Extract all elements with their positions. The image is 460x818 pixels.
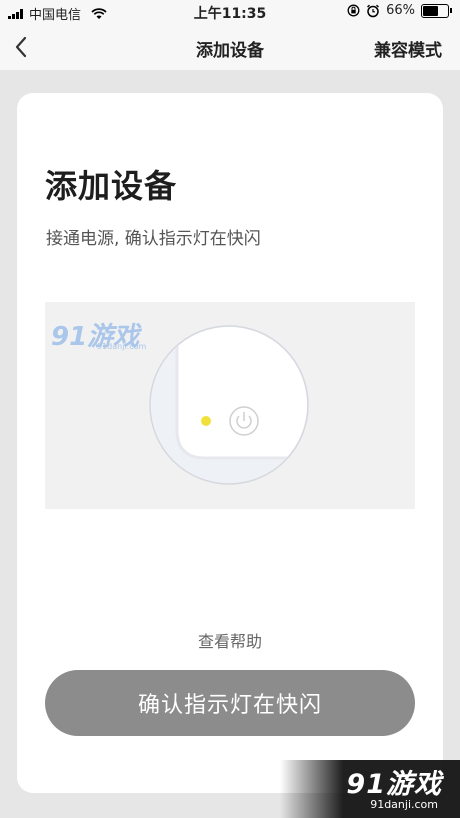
confirm-indicator-button[interactable]: 确认指示灯在快闪 <box>45 670 415 736</box>
device-diagram <box>149 325 309 485</box>
device-illustration: 91游戏 91danji.com <box>45 302 415 509</box>
indicator-led <box>201 416 211 426</box>
battery-outline <box>421 3 449 18</box>
alarm-icon <box>367 4 380 17</box>
watermark-url: 91danji.com <box>370 798 438 811</box>
status-right: 66% <box>347 3 452 18</box>
battery-icon <box>421 3 452 18</box>
compatibility-mode-button[interactable]: 兼容模式 <box>374 36 442 61</box>
orientation-lock-icon <box>347 4 360 17</box>
card-title: 添加设备 <box>45 167 178 205</box>
battery-percent: 66% <box>386 3 415 18</box>
help-link[interactable]: 查看帮助 <box>17 628 443 652</box>
watermark-logo: 91游戏 <box>346 769 442 800</box>
card-subtitle: 接通电源, 确认指示灯在快闪 <box>46 229 261 249</box>
watermark: 91游戏 91danji.com <box>280 760 460 818</box>
battery-tip <box>450 8 452 13</box>
status-bar: 中国电信 上午11:35 66% <box>0 0 460 24</box>
nav-bar: 添加设备 兼容模式 <box>0 24 460 70</box>
battery-fill <box>423 5 438 16</box>
add-device-card: 添加设备 接通电源, 确认指示灯在快闪 91游戏 91danji.com 查看帮… <box>17 93 443 793</box>
